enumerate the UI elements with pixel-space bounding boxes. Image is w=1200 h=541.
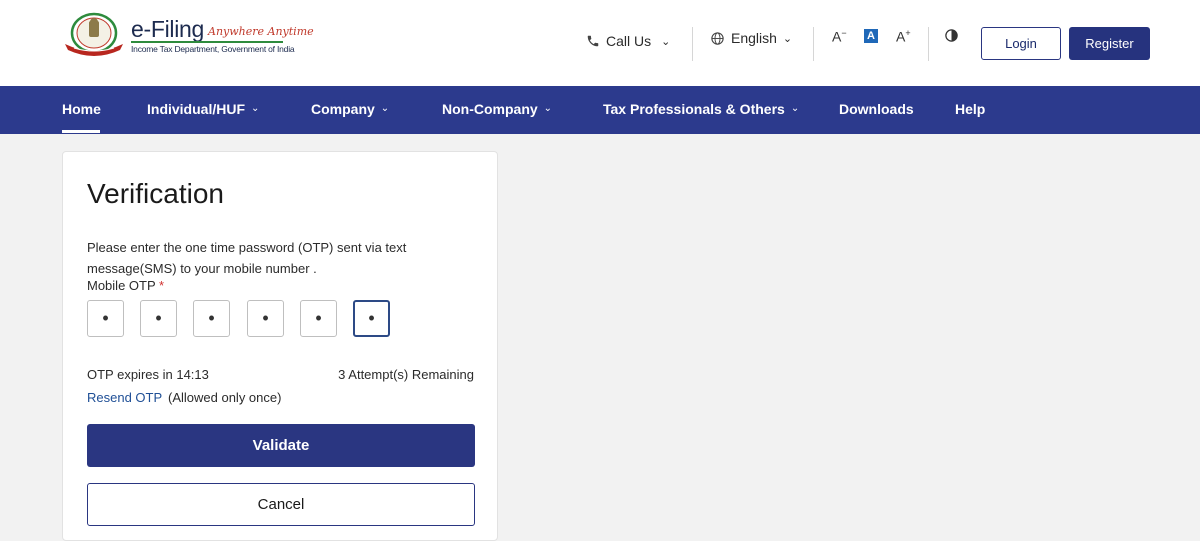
resend-otp-note: (Allowed only once): [168, 390, 282, 405]
otp-expiry-timer: OTP expires in 14:13: [87, 367, 209, 382]
call-us-label: Call Us: [606, 33, 652, 49]
top-header: e-Filing Anywhere Anytime Income Tax Dep…: [0, 0, 1200, 87]
chevron-down-icon: ⌄: [790, 102, 800, 114]
header-divider: [692, 27, 693, 61]
national-emblem-logo[interactable]: [62, 12, 126, 58]
page-title: Verification: [87, 178, 224, 209]
mobile-otp-label-text: Mobile OTP: [87, 278, 156, 293]
nav-active-indicator: [62, 130, 100, 133]
font-default-button[interactable]: A: [864, 29, 878, 43]
brand-subtitle: Income Tax Department, Government of Ind…: [131, 44, 295, 54]
brand-name: e-Filing: [131, 16, 205, 42]
nav-item-label: Home: [62, 101, 101, 117]
resend-otp-link[interactable]: Resend OTP: [87, 390, 162, 405]
cancel-button[interactable]: Cancel: [87, 483, 475, 526]
nav-item-non-company[interactable]: Non-Company ⌄: [442, 101, 552, 117]
font-default-label: A: [867, 30, 875, 42]
login-button[interactable]: Login: [981, 27, 1061, 60]
nav-item-tax-professionals[interactable]: Tax Professionals & Others ⌄: [603, 101, 799, 117]
otp-instructions: Please enter the one time password (OTP)…: [87, 240, 407, 276]
chevron-down-icon: ⌄: [380, 102, 390, 114]
font-increase-label: A: [896, 28, 906, 45]
header-divider: [928, 27, 929, 61]
font-decrease-label: A: [832, 28, 842, 45]
brand-underline: [131, 41, 283, 43]
brand-tagline: Anywhere Anytime: [208, 25, 314, 38]
font-decrease-button[interactable]: A−: [832, 28, 847, 45]
required-asterisk: *: [159, 278, 165, 293]
globe-icon: [711, 31, 724, 45]
otp-digit-input-3[interactable]: •: [193, 300, 230, 337]
nav-item-label: Non-Company: [442, 101, 538, 117]
chevron-down-icon: ⌄: [251, 102, 260, 114]
otp-digit-input-2[interactable]: •: [140, 300, 177, 337]
language-selector[interactable]: English ⌄: [710, 30, 792, 46]
nav-item-help[interactable]: Help: [955, 101, 985, 117]
header-divider: [813, 27, 814, 61]
otp-digit-input-1[interactable]: •: [87, 300, 124, 337]
chevron-down-icon: ⌄: [782, 32, 793, 45]
validate-button[interactable]: Validate: [87, 424, 475, 467]
call-us-menu[interactable]: Call Us ⌄: [586, 33, 670, 49]
font-increase-button[interactable]: A+: [896, 28, 911, 45]
otp-digit-input-6[interactable]: •: [353, 300, 390, 337]
otp-digit-input-5[interactable]: •: [300, 300, 337, 337]
nav-item-label: Downloads: [839, 101, 914, 117]
register-button[interactable]: Register: [1069, 27, 1150, 60]
nav-item-label: Company: [311, 101, 375, 117]
attempts-remaining: 3 Attempt(s) Remaining: [338, 367, 474, 382]
language-label: English: [731, 30, 777, 46]
main-navigation: Home Individual/HUF ⌄ Company ⌄ Non-Comp…: [0, 86, 1200, 134]
nav-item-label: Tax Professionals & Others: [603, 101, 785, 117]
nav-item-individual-huf[interactable]: Individual/HUF ⌄: [147, 101, 259, 117]
nav-item-downloads[interactable]: Downloads: [839, 101, 914, 117]
verification-card: Verification Please enter the one time p…: [62, 151, 498, 541]
nav-item-company[interactable]: Company ⌄: [311, 101, 389, 117]
contrast-icon[interactable]: [944, 28, 959, 43]
nav-item-label: Help: [955, 101, 986, 117]
otp-digit-input-4[interactable]: •: [247, 300, 284, 337]
chevron-down-icon: ⌄: [661, 35, 671, 48]
phone-icon: [587, 35, 599, 47]
nav-item-home[interactable]: Home: [62, 101, 101, 117]
nav-item-label: Individual/HUF: [147, 101, 245, 117]
chevron-down-icon: ⌄: [543, 102, 553, 114]
mobile-otp-label: Mobile OTP *: [87, 278, 164, 293]
